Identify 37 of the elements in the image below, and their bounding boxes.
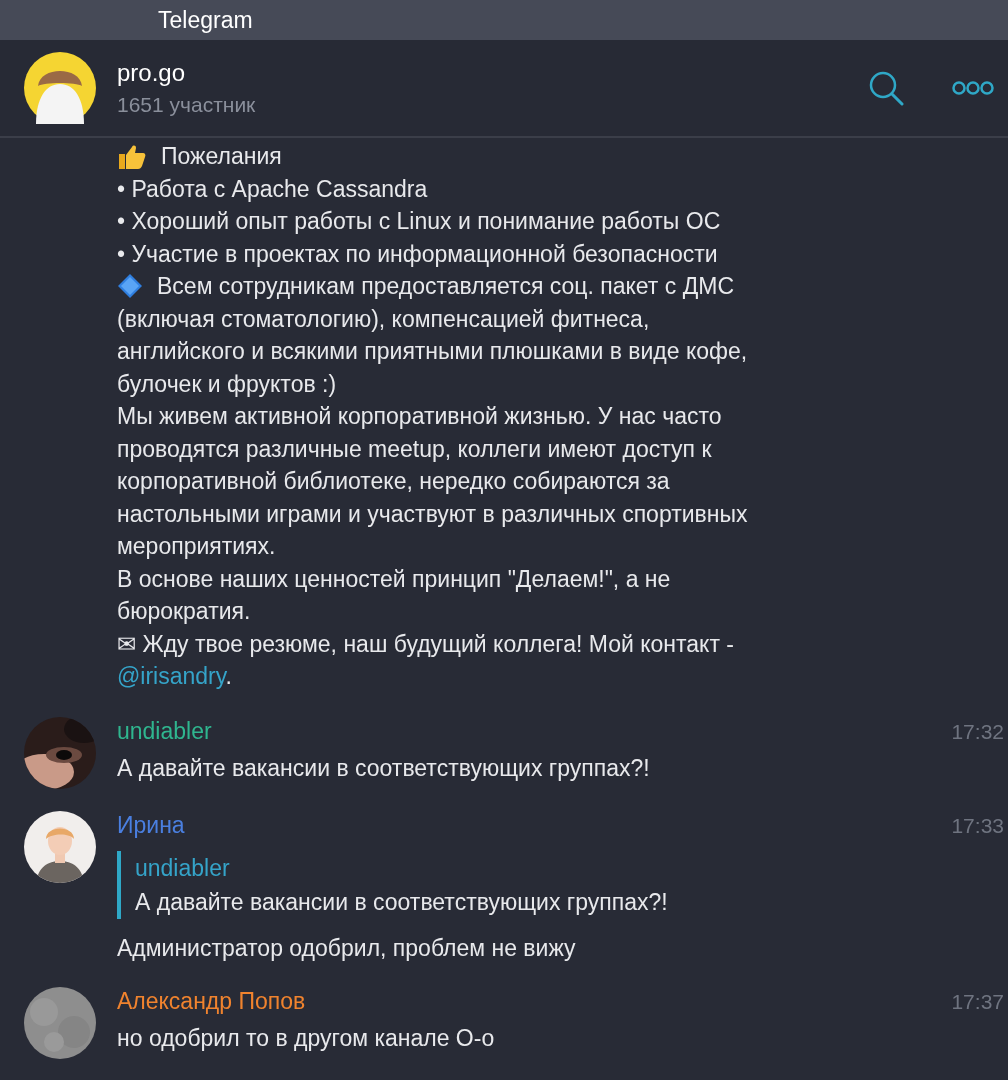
window-title: Telegram: [158, 6, 253, 34]
username-link[interactable]: @irisandry: [117, 663, 226, 689]
message-line: английского и всякими приятными плюшками в виде кофе,: [117, 337, 749, 366]
sender-name[interactable]: Александр Попов: [117, 988, 306, 1015]
message-time: 17:33: [951, 813, 1004, 838]
message-line: мероприятиях.: [117, 532, 277, 561]
message-line: булочек и фруктов :): [117, 369, 338, 399]
message-line: • Участие в проектах по информационной безопасности: [117, 239, 719, 269]
message-line: настольными играми и участвуют в различных спортивных: [117, 499, 749, 529]
sender-name[interactable]: undiabler: [117, 718, 212, 745]
message-line: корпоративной библиотеке, нередко собираются за: [117, 467, 671, 496]
message-time: 17:37: [951, 989, 1004, 1014]
message-line: Мы живем активной корпоративной жизнью. У нас часто: [117, 402, 723, 431]
quoted-sender: undiabler: [135, 853, 231, 883]
message-line: Пожелания: [161, 142, 282, 171]
message-line: (включая стоматологию), компенсацией фитнеса,: [117, 304, 651, 334]
message-line: • Работа с Apache Cassandra: [117, 174, 429, 204]
message-line: проводятся различные meetup, коллеги имеют доступ к: [117, 434, 713, 464]
message-line: В основе наших ценностей принцип "Делаем!", а не: [117, 564, 672, 594]
member-count: 1651 участник: [117, 93, 257, 117]
sender-name[interactable]: Ирина: [117, 812, 185, 839]
message-time: 17:32: [951, 719, 1004, 744]
message-text: но одобрил то в другом канале О-о: [117, 1023, 496, 1053]
message-line: @irisandry.: [117, 662, 233, 691]
search-icon: [868, 70, 904, 106]
message-text: А давайте вакансии в соответствующих группах?!: [117, 753, 651, 783]
message-text: Администратор одобрил, проблем не вижу: [117, 933, 577, 963]
chat-title: pro.go: [117, 59, 187, 87]
message-line: • Хороший опыт работы с Linux и понимание работы ОС: [117, 207, 722, 236]
message-line: бюрократия.: [117, 597, 252, 626]
reply-quote[interactable]: undiabler А давайте вакансии в соответствующих группах?!: [117, 850, 1008, 919]
group-avatar: [24, 52, 96, 124]
quoted-text: А давайте вакансии в соответствующих группах?!: [135, 887, 669, 917]
message-line: Всем сотрудникам предоставляется соц. пакет с ДМС: [157, 272, 734, 301]
more-icon: [952, 80, 994, 96]
message-line: ✉ Жду твое резюме, наш будущий коллега! Мой контакт -: [117, 629, 735, 659]
diamond-icon: [117, 273, 143, 300]
